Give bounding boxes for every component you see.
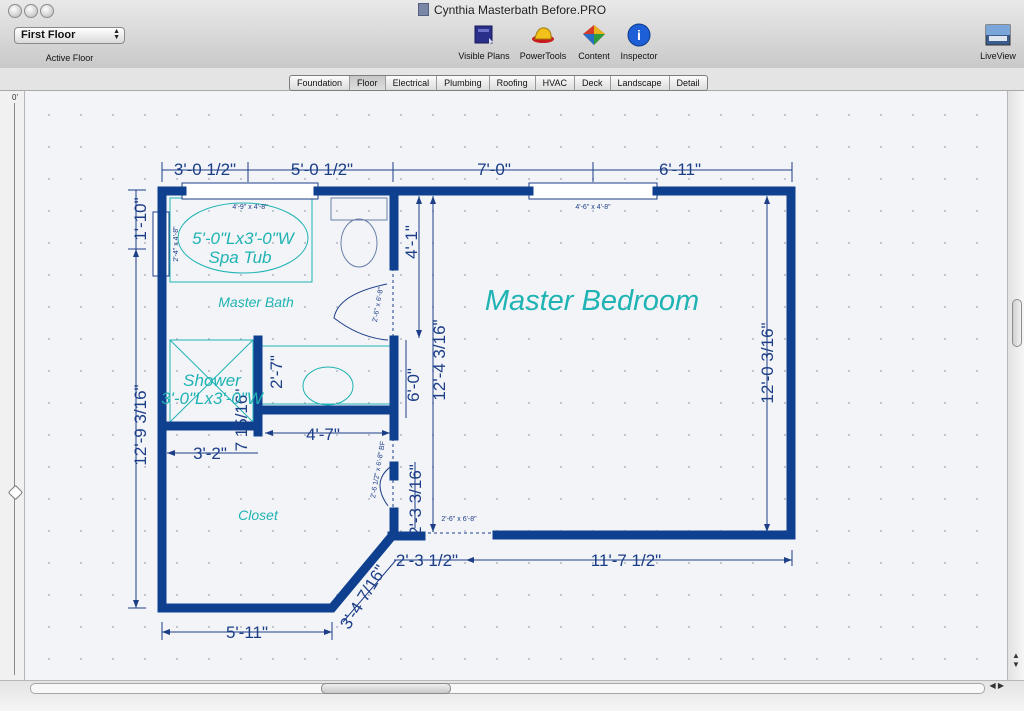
floor-select[interactable]: First Floor ▲ ▼ [14, 27, 125, 44]
floor-select-value: First Floor [21, 29, 76, 41]
door-2-label: 2'-6 1/2" x 6'-8" BF [370, 441, 387, 499]
window-2-label: 4'-6" x 4'-8" [575, 204, 611, 211]
dim-wall-upper: 4'-1" [402, 225, 421, 259]
document-icon [417, 3, 429, 16]
dim-bottom-left: 5'-11" [226, 623, 268, 642]
window-3-label: 2'-4" x 4'-8" [173, 226, 180, 262]
dim-right-vertical: 12'-0 3/16" [758, 322, 777, 403]
door-3-label: 2'-6" x 6'-8" [441, 516, 477, 523]
content-button[interactable]: Content [574, 22, 614, 61]
tab-electrical[interactable]: Electrical [386, 76, 438, 90]
powertools-icon [530, 22, 556, 48]
floor-caption: Active Floor [45, 53, 94, 63]
master-bedroom-label: Master Bedroom [485, 285, 699, 317]
dim-bath-height: 4'-7" [306, 425, 340, 444]
door-1-label: 2'-6" x 6'-8" [372, 286, 385, 322]
vertical-scroll-arrows-icon[interactable]: ▲ ▼ [1012, 651, 1020, 669]
svg-text:i: i [637, 27, 641, 43]
inspector-button[interactable]: i Inspector [617, 22, 661, 61]
dim-shower-width: 2'-7" [267, 355, 286, 389]
ruler-zero-label: 0' [12, 93, 18, 102]
master-bath-label: Master Bath [218, 294, 294, 310]
tab-landscape[interactable]: Landscape [611, 76, 670, 90]
window-title: Cynthia Masterbath Before.PRO [0, 3, 1024, 17]
dim-top-4: 6'-11" [659, 160, 701, 179]
content-icon [581, 22, 607, 48]
visible-plans-button[interactable]: Visible Plans [454, 22, 514, 61]
tab-roofing[interactable]: Roofing [490, 76, 536, 90]
window-2 [528, 182, 658, 200]
vanity-sink [302, 366, 354, 406]
window-title-text: Cynthia Masterbath Before.PRO [433, 3, 607, 17]
window-toolbar: Cynthia Masterbath Before.PRO First Floo… [0, 0, 1024, 69]
window-1-label: 4'-9" x 4'-8" [232, 204, 268, 211]
tab-plumbing[interactable]: Plumbing [437, 76, 490, 90]
horizontal-scroll-thumb[interactable] [321, 683, 451, 694]
powertools-label: PowerTools [519, 51, 567, 61]
horizontal-scroll-arrows-icon[interactable]: ◀ ▶ [989, 681, 1004, 690]
liveview-label: LiveView [980, 51, 1016, 61]
dim-left-total: 12'-9 3/16" [131, 384, 150, 465]
plan-tabs: Foundation Floor Electrical Plumbing Roo… [289, 75, 708, 91]
dim-long-vertical: 12'-4 3/16" [430, 319, 449, 400]
visible-plans-icon [471, 22, 497, 48]
dim-top-1: 3'-0 1/2" [174, 160, 236, 179]
horizontal-scrollbar[interactable]: ◀ ▶ [0, 680, 1024, 711]
dim-top-3: 7'-0" [477, 160, 511, 179]
visible-plans-label: Visible Plans [458, 51, 510, 61]
liveview-button[interactable]: LiveView [976, 22, 1020, 61]
dim-mid-vertical: 6'-0" [404, 368, 423, 402]
dim-closet-door: 2'-3 3/16" [406, 464, 425, 536]
ruler-line [14, 103, 15, 675]
tab-foundation[interactable]: Foundation [290, 76, 351, 90]
spa-tub-label: Spa Tub [208, 248, 271, 267]
powertools-button[interactable]: PowerTools [515, 22, 571, 61]
dim-bottom-small: 2'-3 1/2" [396, 551, 458, 570]
dim-closet-left: 3'-2" [193, 444, 227, 463]
dim-bottom-right: 11'-7 1/2" [591, 551, 661, 570]
shower-size-label: 3'-0"Lx3'-0"W [161, 389, 265, 408]
select-arrows-icon: ▲ ▼ [113, 28, 120, 41]
toilet-tank [330, 197, 388, 221]
content-label: Content [578, 51, 610, 61]
tab-detail[interactable]: Detail [670, 76, 707, 90]
floor-plan-drawing: 3'-0 1/2" 5'-0 1/2" 7'-0" 6'-11" 1'-10" … [128, 160, 796, 642]
vertical-scroll-thumb[interactable] [1012, 299, 1022, 347]
tab-floor[interactable]: Floor [350, 76, 386, 90]
plan-canvas[interactable]: 3'-0 1/2" 5'-0 1/2" 7'-0" 6'-11" 1'-10" … [25, 91, 1007, 680]
dim-left-top: 1'-10" [131, 197, 150, 240]
horizontal-scroll-track[interactable] [30, 683, 985, 694]
info-icon: i [626, 22, 652, 48]
closet-label: Closet [238, 507, 279, 523]
spa-tub-size-label: 5'-0"Lx3'-0"W [192, 229, 296, 248]
vertical-scrollbar[interactable]: ▲ ▼ [1007, 91, 1024, 680]
window-1 [181, 182, 319, 200]
plan-tab-bar: Foundation Floor Electrical Plumbing Roo… [0, 68, 1024, 91]
inspector-label: Inspector [620, 51, 658, 61]
ruler-marker-handle[interactable] [7, 484, 24, 501]
vertical-ruler: 0' [0, 91, 25, 680]
shower-label: Shower [183, 371, 242, 390]
liveview-icon [985, 22, 1011, 48]
toilet-bowl [340, 218, 378, 268]
tab-hvac[interactable]: HVAC [536, 76, 575, 90]
dim-top-2: 5'-0 1/2" [291, 160, 353, 179]
tab-deck[interactable]: Deck [575, 76, 611, 90]
